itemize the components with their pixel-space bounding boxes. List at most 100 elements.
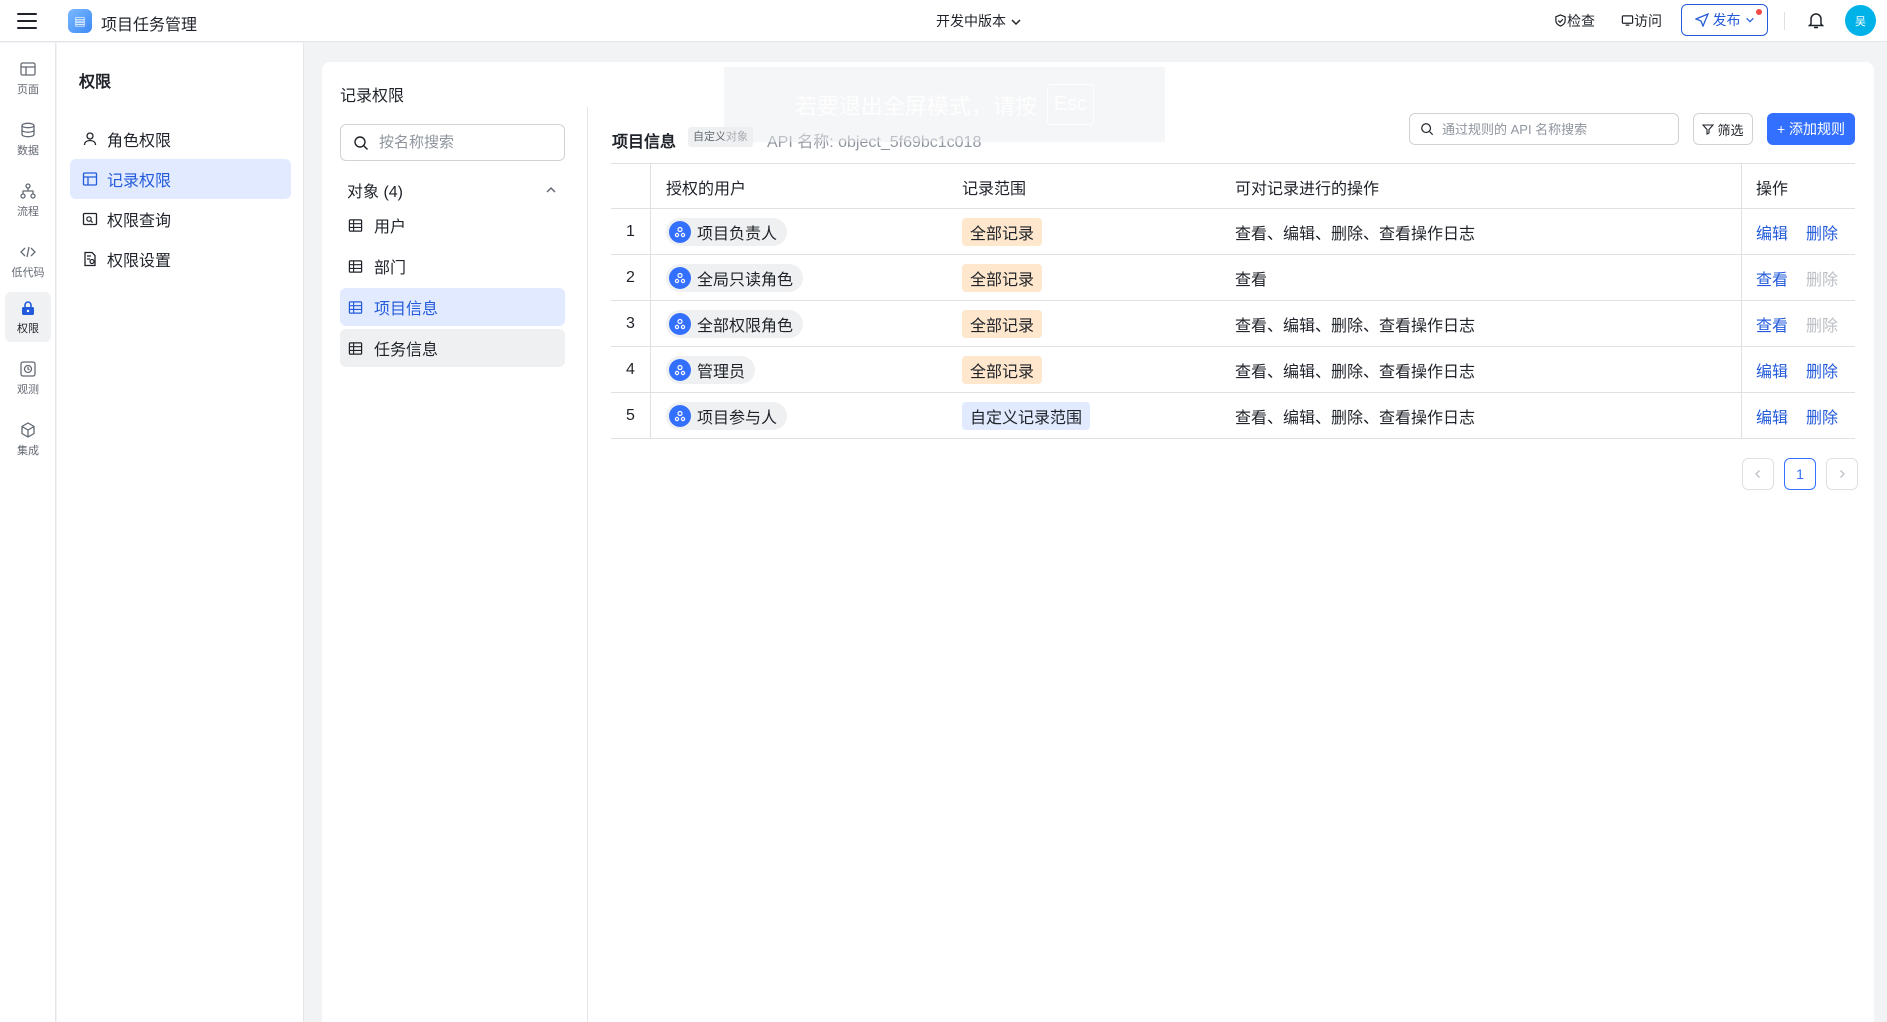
operations-text: 查看、编辑、删除、查看操作日志	[1235, 317, 1476, 335]
delete-link[interactable]: 删除	[1806, 358, 1838, 382]
row-index: 3	[611, 301, 651, 346]
rail-item-lowcode[interactable]: 低代码	[5, 236, 51, 286]
bell-icon[interactable]	[1806, 10, 1826, 30]
prev-page-button[interactable]	[1742, 458, 1774, 490]
scope-tag: 全部记录	[962, 309, 1043, 338]
pagination: 1	[1742, 458, 1858, 490]
object-search[interactable]	[340, 124, 565, 161]
version-dropdown[interactable]: 开发中版本	[936, 11, 1022, 31]
avatar[interactable]: 吴	[1845, 5, 1876, 36]
app-logo-icon: ▤	[68, 9, 92, 33]
scope-tag: 自定义记录范围	[962, 401, 1091, 430]
flow-icon	[20, 182, 36, 199]
subnav-item-label: 权限设置	[107, 253, 172, 270]
subnav-item-record-permission[interactable]: 记录权限	[70, 159, 291, 199]
rail-item-monitor[interactable]: 观测	[5, 353, 51, 403]
operations-text: 查看	[1235, 271, 1268, 289]
table-header: 授权的用户 记录范围 可对记录进行的操作 操作	[611, 163, 1855, 209]
operations-text: 查看、编辑、删除、查看操作日志	[1235, 409, 1476, 427]
divider	[1784, 12, 1785, 30]
rail-label: 流程	[17, 205, 39, 218]
object-name: 项目信息	[612, 134, 677, 151]
table-icon	[348, 341, 363, 355]
role-icon	[669, 312, 691, 335]
operations-text: 查看、编辑、删除、查看操作日志	[1235, 225, 1476, 243]
lock-icon	[22, 300, 34, 315]
subnav-item-role-permission[interactable]: 角色权限	[70, 119, 291, 159]
object-item-department[interactable]: 部门	[340, 247, 565, 285]
rule-search[interactable]	[1409, 113, 1679, 145]
object-item-project-info[interactable]: 项目信息	[340, 288, 565, 326]
delete-link[interactable]: 删除	[1806, 404, 1838, 428]
delete-link[interactable]: 删除	[1806, 220, 1838, 244]
user-chip[interactable]: 管理员	[666, 355, 756, 384]
user-chip[interactable]: 项目负责人	[666, 217, 788, 246]
esc-key-badge: Esc	[1046, 84, 1095, 125]
fullscreen-hint-text: 若要退出全屏模式，请按	[794, 93, 1037, 119]
chevron-right-icon	[1840, 470, 1845, 478]
object-item-label: 用户	[374, 219, 407, 236]
publish-label: 发布	[1712, 12, 1741, 28]
subnav-item-permission-settings[interactable]: 权限设置	[70, 239, 291, 279]
rail-label: 观测	[17, 383, 39, 396]
page-1-button[interactable]: 1	[1784, 458, 1816, 490]
rail-item-integration[interactable]: 集成	[5, 414, 51, 464]
filter-icon	[1702, 124, 1715, 135]
user-chip[interactable]: 项目参与人	[666, 401, 788, 430]
user-icon	[83, 132, 97, 146]
table-row: 3 全部权限角色 全部记录 查看、编辑、删除、查看操作日志 查看 删除	[611, 301, 1855, 347]
objects-group-label: 对象 (4)	[347, 184, 404, 201]
filter-button[interactable]: 筛选	[1693, 113, 1753, 145]
object-item-label: 部门	[374, 260, 407, 277]
column-header: 可对记录进行的操作	[1235, 180, 1380, 198]
role-icon	[669, 266, 691, 289]
operations-text: 查看、编辑、删除、查看操作日志	[1235, 363, 1476, 381]
next-page-button[interactable]	[1826, 458, 1858, 490]
rail-item-permission[interactable]: 权限	[5, 292, 51, 342]
edit-link[interactable]: 编辑	[1756, 220, 1788, 244]
rail-item-data[interactable]: 数据	[5, 114, 51, 164]
check-label: 检查	[1567, 13, 1595, 29]
objects-group-header[interactable]: 对象 (4)	[347, 178, 557, 202]
user-chip[interactable]: 全部权限角色	[666, 309, 804, 338]
card-title: 记录权限	[340, 88, 405, 105]
table-icon	[348, 259, 363, 273]
subnav-item-label: 记录权限	[107, 173, 172, 190]
publish-button[interactable]: 发布	[1681, 4, 1768, 36]
object-item-user[interactable]: 用户	[340, 206, 565, 244]
row-index: 1	[611, 209, 651, 254]
user-chip[interactable]: 全局只读角色	[666, 263, 804, 292]
menu-icon[interactable]	[16, 10, 38, 32]
edit-link[interactable]: 编辑	[1756, 358, 1788, 382]
rail-label: 集成	[17, 444, 39, 457]
object-item-task-info[interactable]: 任务信息	[340, 329, 565, 367]
rail-label: 数据	[17, 144, 39, 157]
object-item-label: 任务信息	[374, 342, 439, 359]
rail-label: 低代码	[11, 266, 45, 279]
subnav-title: 权限	[79, 74, 112, 91]
view-link[interactable]: 查看	[1756, 312, 1788, 336]
rail-item-flow[interactable]: 流程	[5, 175, 51, 225]
table-icon	[348, 218, 363, 232]
scope-tag: 全部记录	[962, 263, 1043, 292]
edit-link[interactable]: 编辑	[1756, 404, 1788, 428]
object-search-input[interactable]	[379, 134, 549, 151]
rule-search-input[interactable]	[1442, 121, 1662, 137]
add-rule-button[interactable]: + 添加规则	[1767, 113, 1855, 145]
settings-doc-icon	[84, 251, 96, 267]
rules-table: 授权的用户 记录范围 可对记录进行的操作 操作 1 项目负责人 全部记录 查看、…	[611, 163, 1855, 439]
search-icon	[354, 135, 368, 150]
left-rail: 页面 数据 流程 低代码 权限 观测 集成	[0, 43, 56, 1022]
search-icon	[1421, 123, 1434, 136]
app-title: 项目任务管理	[101, 17, 198, 34]
cube-icon	[21, 421, 35, 438]
table-row: 4 管理员 全部记录 查看、编辑、删除、查看操作日志 编辑 删除	[611, 347, 1855, 393]
rail-item-page[interactable]: 页面	[5, 53, 51, 103]
check-button[interactable]: 检查	[1554, 11, 1595, 31]
role-icon	[669, 358, 691, 381]
subnav-item-permission-query[interactable]: 权限查询	[70, 199, 291, 239]
visit-button[interactable]: 访问	[1621, 11, 1662, 31]
send-icon	[1694, 13, 1709, 27]
index-header	[611, 164, 651, 209]
view-link[interactable]: 查看	[1756, 266, 1788, 290]
